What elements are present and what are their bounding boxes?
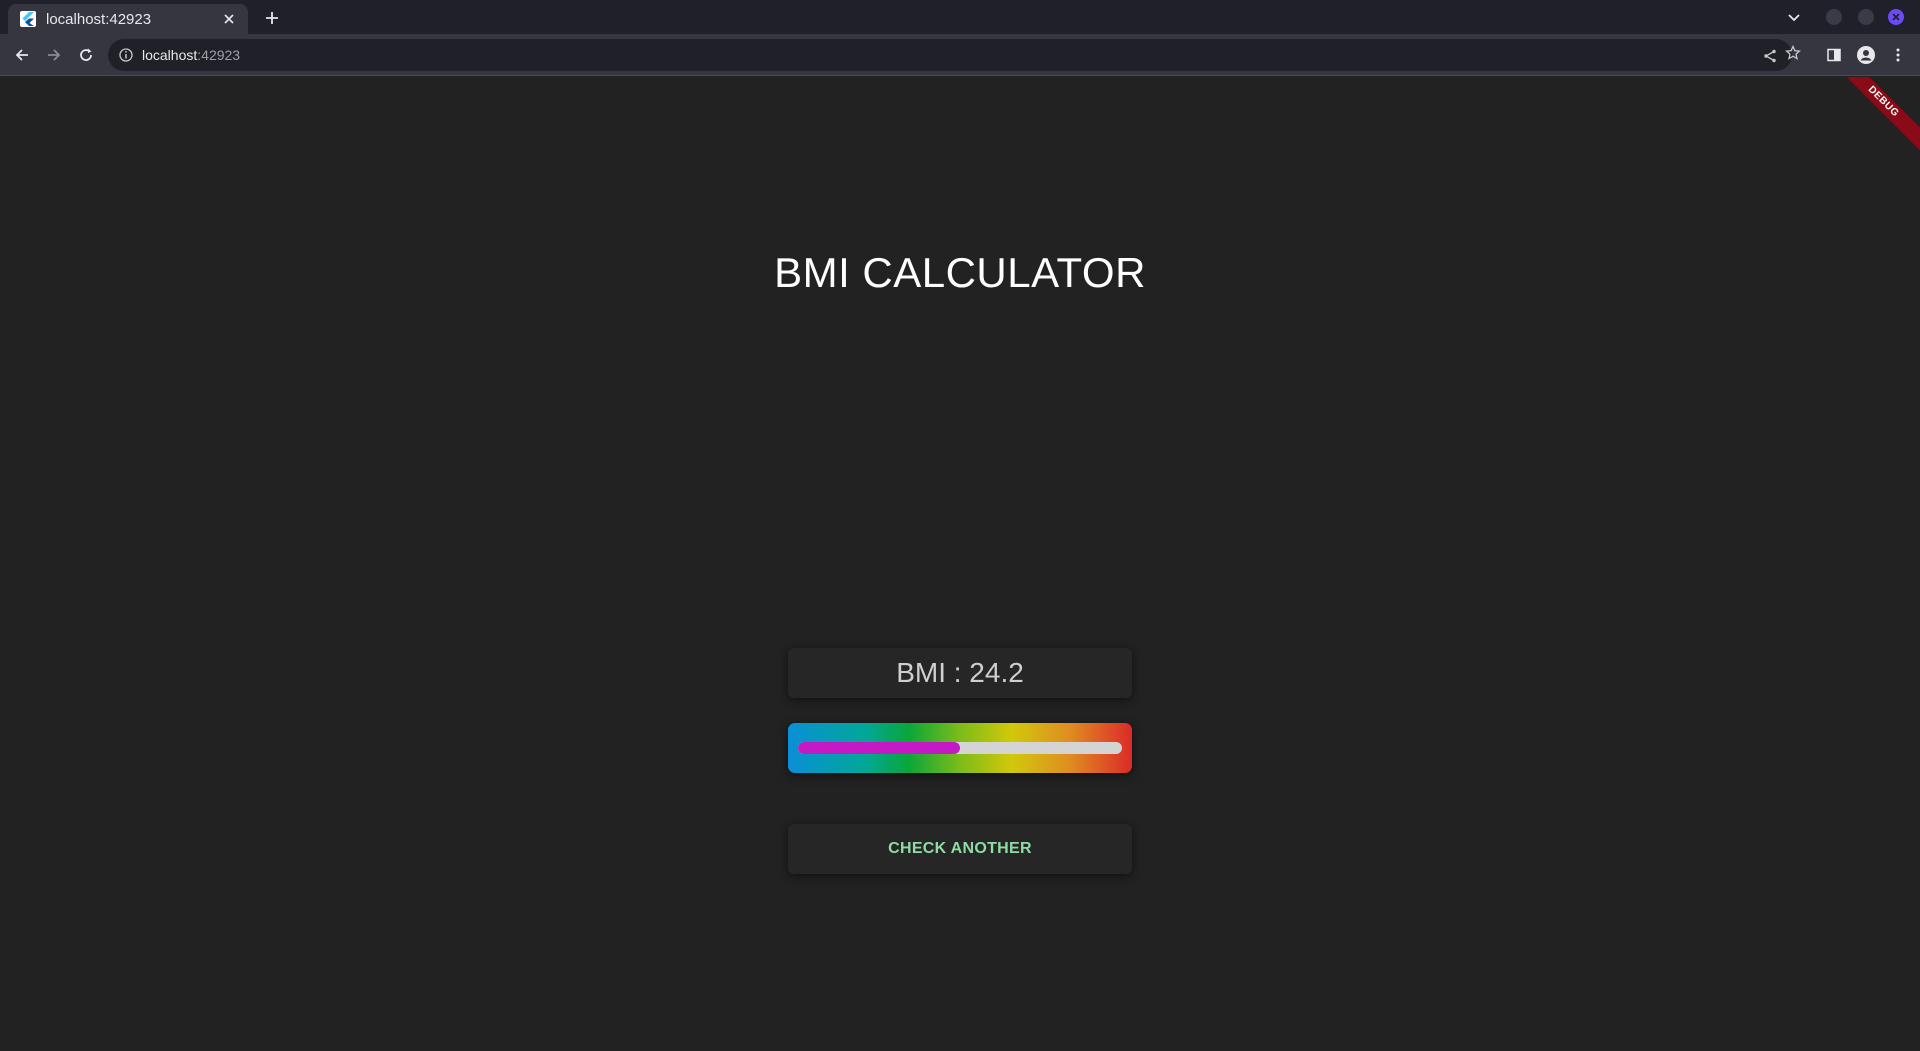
page-title: BMI CALCULATOR <box>774 249 1146 296</box>
flutter-icon <box>20 11 36 27</box>
bmi-progress-fill <box>798 742 960 754</box>
kebab-menu-icon[interactable] <box>1886 43 1910 67</box>
address-bar[interactable]: localhost:42923 <box>108 39 1792 71</box>
browser-tab[interactable]: localhost:42923 <box>8 4 248 34</box>
share-icon[interactable] <box>1761 47 1779 65</box>
tab-strip: localhost:42923 <box>0 0 1920 34</box>
tab-title: localhost:42923 <box>46 10 152 28</box>
maximize-button[interactable] <box>1858 9 1874 25</box>
window-close-button[interactable] <box>1888 9 1904 25</box>
info-icon[interactable] <box>118 47 134 63</box>
browser-toolbar: localhost:42923 <box>0 34 1920 76</box>
bmi-result-text: BMI : 24.2 <box>896 657 1024 688</box>
close-tab-icon[interactable] <box>220 10 238 28</box>
star-icon[interactable] <box>1784 44 1802 62</box>
app-page: DEBUG BMI CALCULATOR BMI : 24.2 CHECK AN… <box>0 77 1920 1051</box>
new-tab-icon[interactable] <box>260 6 284 30</box>
profile-icon[interactable] <box>1854 43 1878 67</box>
minimize-button[interactable] <box>1826 9 1842 25</box>
check-another-button[interactable]: CHECK ANOTHER <box>788 824 1132 874</box>
back-arrow-icon[interactable] <box>10 43 34 67</box>
forward-arrow-icon[interactable] <box>42 43 66 67</box>
url-port: :42923 <box>197 47 241 63</box>
debug-banner: DEBUG <box>1824 77 1920 161</box>
bmi-result-card: BMI : 24.2 <box>788 648 1132 698</box>
tab-search-icon[interactable] <box>1782 6 1806 30</box>
url-host: localhost <box>142 47 198 63</box>
bmi-progress-track <box>798 742 1122 754</box>
reload-icon[interactable] <box>74 43 98 67</box>
bmi-gauge <box>788 723 1132 773</box>
side-panel-icon[interactable] <box>1822 43 1846 67</box>
